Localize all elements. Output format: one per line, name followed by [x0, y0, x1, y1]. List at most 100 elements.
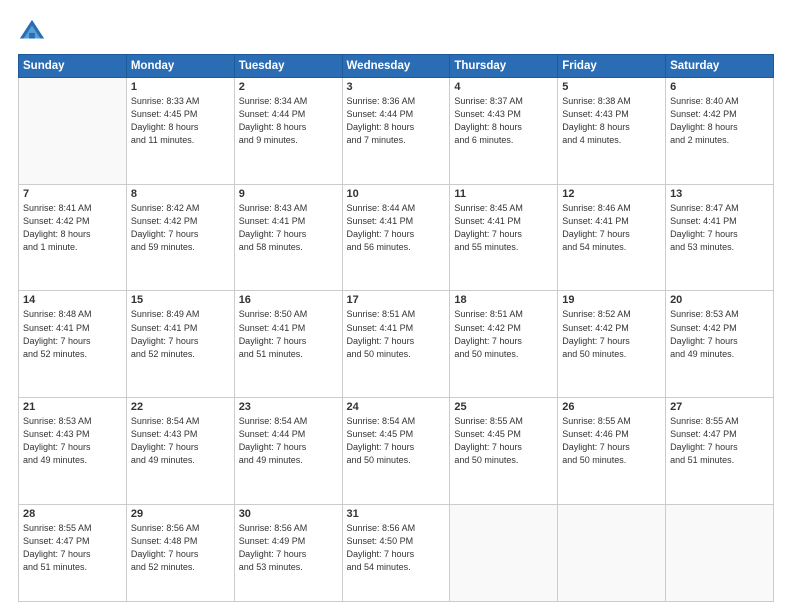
day-number: 29 — [131, 508, 230, 520]
calendar-cell: 31 Sunrise: 8:56 AM Sunset: 4:50 PM Dayli… — [342, 504, 450, 601]
day-number: 17 — [347, 294, 446, 306]
day-number: 18 — [454, 294, 553, 306]
day-info: Sunrise: 8:55 AM Sunset: 4:45 PM Dayligh… — [454, 415, 553, 467]
day-info: Sunrise: 8:56 AM Sunset: 4:50 PM Dayligh… — [347, 522, 446, 574]
day-number: 19 — [562, 294, 661, 306]
calendar-cell: 2Sunrise: 8:34 AM Sunset: 4:44 PM Daylig… — [234, 78, 342, 185]
calendar-cell: 21Sunrise: 8:53 AM Sunset: 4:43 PM Dayli… — [19, 398, 127, 505]
calendar-week-row: 28Sunrise: 8:55 AM Sunset: 4:47 PM Dayli… — [19, 504, 774, 601]
day-info: Sunrise: 8:50 AM Sunset: 4:41 PM Dayligh… — [239, 308, 338, 360]
day-number: 25 — [454, 401, 553, 413]
day-info: Sunrise: 8:38 AM Sunset: 4:43 PM Dayligh… — [562, 95, 661, 147]
calendar-cell: 13 Sunrise: 8:47 AM Sunset: 4:41 PM Dayli… — [666, 184, 774, 291]
calendar-cell: 27Sunrise: 8:55 AM Sunset: 4:47 PM Dayli… — [666, 398, 774, 505]
day-number: 14 — [23, 294, 122, 306]
day-info: Sunrise: 8:37 AM Sunset: 4:43 PM Dayligh… — [454, 95, 553, 147]
weekday-header: Thursday — [450, 55, 558, 78]
calendar-cell: 7 Sunrise: 8:41 AM Sunset: 4:42 PM Daylig… — [19, 184, 127, 291]
day-info: Sunrise: 8:56 AM Sunset: 4:49 PM Dayligh… — [239, 522, 338, 574]
day-info: Sunrise: 8:53 AM Sunset: 4:42 PM Dayligh… — [670, 308, 769, 360]
calendar-cell: 30 Sunrise: 8:56 AM Sunset: 4:49 PM Dayli… — [234, 504, 342, 601]
day-info: Sunrise: 8:48 AM Sunset: 4:41 PM Dayligh… — [23, 308, 122, 360]
calendar-week-row: 7 Sunrise: 8:41 AM Sunset: 4:42 PM Daylig… — [19, 184, 774, 291]
day-info: Sunrise: 8:54 AM Sunset: 4:43 PM Dayligh… — [131, 415, 230, 467]
day-number: 10 — [347, 188, 446, 200]
logo — [18, 18, 52, 46]
calendar-cell: 4 Sunrise: 8:37 AM Sunset: 4:43 PM Daylig… — [450, 78, 558, 185]
calendar-cell: 14 Sunrise: 8:48 AM Sunset: 4:41 PM Dayli… — [19, 291, 127, 398]
calendar-cell: 18 Sunrise: 8:51 AM Sunset: 4:42 PM Dayli… — [450, 291, 558, 398]
day-number: 30 — [239, 508, 338, 520]
day-number: 31 — [347, 508, 446, 520]
calendar-cell: 28Sunrise: 8:55 AM Sunset: 4:47 PM Dayli… — [19, 504, 127, 601]
day-number: 9 — [239, 188, 338, 200]
day-info: Sunrise: 8:45 AM Sunset: 4:41 PM Dayligh… — [454, 202, 553, 254]
calendar-cell: 5 Sunrise: 8:38 AM Sunset: 4:43 PM Daylig… — [558, 78, 666, 185]
day-number: 11 — [454, 188, 553, 200]
day-number: 23 — [239, 401, 338, 413]
day-info: Sunrise: 8:51 AM Sunset: 4:41 PM Dayligh… — [347, 308, 446, 360]
day-info: Sunrise: 8:41 AM Sunset: 4:42 PM Dayligh… — [23, 202, 122, 254]
day-number: 13 — [670, 188, 769, 200]
calendar-cell: 10 Sunrise: 8:44 AM Sunset: 4:41 PM Dayli… — [342, 184, 450, 291]
day-number: 7 — [23, 188, 122, 200]
day-info: Sunrise: 8:49 AM Sunset: 4:41 PM Dayligh… — [131, 308, 230, 360]
day-number: 22 — [131, 401, 230, 413]
calendar-table: SundayMondayTuesdayWednesdayThursdayFrid… — [18, 54, 774, 602]
calendar-cell: 12Sunrise: 8:46 AM Sunset: 4:41 PM Dayli… — [558, 184, 666, 291]
calendar-cell: 8Sunrise: 8:42 AM Sunset: 4:42 PM Daylig… — [126, 184, 234, 291]
weekday-header-row: SundayMondayTuesdayWednesdayThursdayFrid… — [19, 55, 774, 78]
weekday-header: Wednesday — [342, 55, 450, 78]
calendar-cell — [19, 78, 127, 185]
header — [18, 18, 774, 46]
day-info: Sunrise: 8:51 AM Sunset: 4:42 PM Dayligh… — [454, 308, 553, 360]
day-info: Sunrise: 8:54 AM Sunset: 4:45 PM Dayligh… — [347, 415, 446, 467]
calendar-cell: 26 Sunrise: 8:55 AM Sunset: 4:46 PM Dayli… — [558, 398, 666, 505]
day-number: 16 — [239, 294, 338, 306]
calendar-cell: 19Sunrise: 8:52 AM Sunset: 4:42 PM Dayli… — [558, 291, 666, 398]
calendar-week-row: 1 Sunrise: 8:33 AM Sunset: 4:45 PM Daylig… — [19, 78, 774, 185]
day-info: Sunrise: 8:44 AM Sunset: 4:41 PM Dayligh… — [347, 202, 446, 254]
day-number: 2 — [239, 81, 338, 93]
day-number: 15 — [131, 294, 230, 306]
calendar-cell — [666, 504, 774, 601]
weekday-header: Saturday — [666, 55, 774, 78]
weekday-header: Sunday — [19, 55, 127, 78]
day-number: 20 — [670, 294, 769, 306]
calendar-cell: 29 Sunrise: 8:56 AM Sunset: 4:48 PM Dayli… — [126, 504, 234, 601]
calendar-cell: 9 Sunrise: 8:43 AM Sunset: 4:41 PM Daylig… — [234, 184, 342, 291]
day-info: Sunrise: 8:47 AM Sunset: 4:41 PM Dayligh… — [670, 202, 769, 254]
day-info: Sunrise: 8:33 AM Sunset: 4:45 PM Dayligh… — [131, 95, 230, 147]
day-number: 1 — [131, 81, 230, 93]
calendar-cell — [450, 504, 558, 601]
weekday-header: Friday — [558, 55, 666, 78]
weekday-header: Monday — [126, 55, 234, 78]
calendar-cell: 15 Sunrise: 8:49 AM Sunset: 4:41 PM Dayli… — [126, 291, 234, 398]
day-number: 4 — [454, 81, 553, 93]
page: SundayMondayTuesdayWednesdayThursdayFrid… — [0, 0, 792, 612]
day-info: Sunrise: 8:55 AM Sunset: 4:47 PM Dayligh… — [670, 415, 769, 467]
calendar-cell: 6 Sunrise: 8:40 AM Sunset: 4:42 PM Daylig… — [666, 78, 774, 185]
day-info: Sunrise: 8:40 AM Sunset: 4:42 PM Dayligh… — [670, 95, 769, 147]
day-number: 6 — [670, 81, 769, 93]
day-info: Sunrise: 8:54 AM Sunset: 4:44 PM Dayligh… — [239, 415, 338, 467]
logo-icon — [18, 18, 46, 46]
calendar-cell: 25 Sunrise: 8:55 AM Sunset: 4:45 PM Dayli… — [450, 398, 558, 505]
day-info: Sunrise: 8:42 AM Sunset: 4:42 PM Dayligh… — [131, 202, 230, 254]
calendar-cell: 20 Sunrise: 8:53 AM Sunset: 4:42 PM Dayli… — [666, 291, 774, 398]
day-info: Sunrise: 8:55 AM Sunset: 4:46 PM Dayligh… — [562, 415, 661, 467]
day-info: Sunrise: 8:43 AM Sunset: 4:41 PM Dayligh… — [239, 202, 338, 254]
calendar-cell — [558, 504, 666, 601]
weekday-header: Tuesday — [234, 55, 342, 78]
day-number: 5 — [562, 81, 661, 93]
calendar-cell: 3Sunrise: 8:36 AM Sunset: 4:44 PM Daylig… — [342, 78, 450, 185]
day-number: 12 — [562, 188, 661, 200]
calendar-cell: 24Sunrise: 8:54 AM Sunset: 4:45 PM Dayli… — [342, 398, 450, 505]
day-info: Sunrise: 8:56 AM Sunset: 4:48 PM Dayligh… — [131, 522, 230, 574]
calendar-week-row: 21Sunrise: 8:53 AM Sunset: 4:43 PM Dayli… — [19, 398, 774, 505]
day-number: 26 — [562, 401, 661, 413]
calendar-cell: 23 Sunrise: 8:54 AM Sunset: 4:44 PM Dayli… — [234, 398, 342, 505]
calendar-week-row: 14 Sunrise: 8:48 AM Sunset: 4:41 PM Dayli… — [19, 291, 774, 398]
day-info: Sunrise: 8:53 AM Sunset: 4:43 PM Dayligh… — [23, 415, 122, 467]
calendar-cell: 17 Sunrise: 8:51 AM Sunset: 4:41 PM Dayli… — [342, 291, 450, 398]
